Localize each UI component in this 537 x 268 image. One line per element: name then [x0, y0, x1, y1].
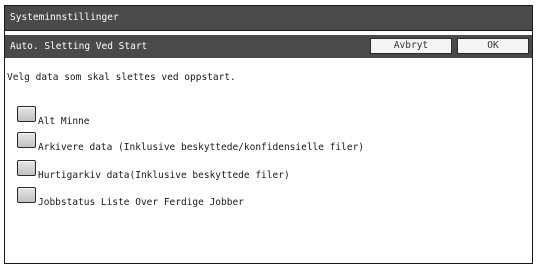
option-label: Alt Minne	[38, 116, 90, 127]
cancel-button[interactable]: Avbryt	[370, 38, 452, 54]
sub-header-bar: Auto. Sletting Ved Start Avbryt OK	[5, 35, 532, 58]
option-label: Hurtigarkiv data(Inklusive beskyttede fi…	[38, 170, 290, 181]
option-label: Arkivere data (Inklusive beskyttede/konf…	[38, 142, 365, 153]
option-label: Jobbstatus Liste Over Ferdige Jobber	[38, 197, 244, 208]
window-title: Systeminnstillinger	[10, 12, 119, 23]
instruction-text: Velg data som skal slettes ved oppstart.	[7, 72, 236, 83]
checkbox[interactable]	[17, 160, 36, 176]
checkbox[interactable]	[17, 132, 36, 148]
title-bar: Systeminnstillinger	[5, 6, 532, 31]
ok-button[interactable]: OK	[457, 38, 529, 54]
settings-panel: Systeminnstillinger Auto. Sletting Ved S…	[4, 5, 533, 264]
page-title: Auto. Sletting Ved Start	[10, 41, 148, 52]
checkbox[interactable]	[17, 106, 36, 122]
checkbox[interactable]	[17, 187, 36, 203]
